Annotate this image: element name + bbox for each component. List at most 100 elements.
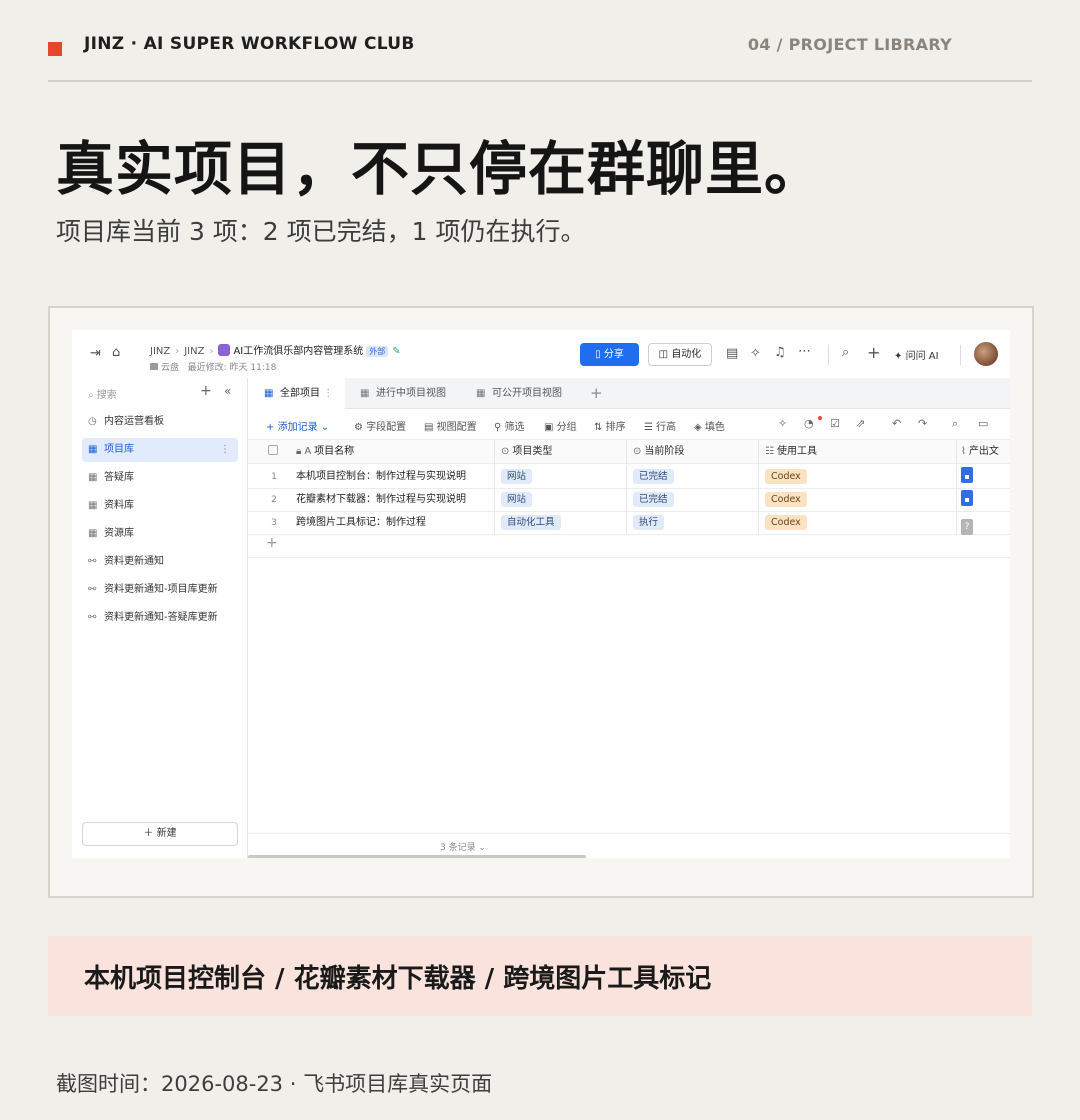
- check-icon[interactable]: ☑: [830, 417, 840, 430]
- column-header-tool[interactable]: ☷ 使用工具: [758, 440, 956, 464]
- cell-stage[interactable]: 已完结: [626, 488, 758, 512]
- avatar[interactable]: [974, 342, 998, 366]
- cell-stage[interactable]: 已完结: [626, 465, 758, 489]
- table-row[interactable]: 2 花瓣素材下载器：制作过程与实现说明 网站 已完结 Codex: [248, 488, 1010, 512]
- more-icon[interactable]: ⋯: [798, 344, 811, 359]
- sidebar-search[interactable]: ⌕ 搜索: [88, 386, 117, 401]
- find-icon[interactable]: ⌕: [952, 417, 958, 431]
- doc-location[interactable]: 云盘: [161, 363, 179, 373]
- add-view-icon[interactable]: +: [590, 384, 603, 402]
- sidebar-item-resource-library[interactable]: ▦ 资源库: [82, 522, 238, 546]
- add-row-icon[interactable]: +: [266, 535, 278, 551]
- ai-sparkle-icon[interactable]: ✧: [778, 417, 787, 430]
- cell-type[interactable]: 自动化工具: [494, 511, 626, 535]
- cell-type[interactable]: 网站: [494, 488, 626, 512]
- document-icon[interactable]: [961, 467, 973, 483]
- tab-all-projects[interactable]: ▦ 全部项目 ⋮: [248, 378, 346, 409]
- sidebar-item-update-notice-qa[interactable]: ⚯ 资料更新通知-答疑库更新: [82, 606, 238, 630]
- cell-tool[interactable]: Codex: [758, 465, 956, 489]
- filter-button[interactable]: ⚲ 筛选: [494, 418, 525, 433]
- tab-public[interactable]: ▦ 可公开项目视图: [476, 378, 562, 409]
- cell-doc[interactable]: [956, 465, 1010, 489]
- plugin-icon[interactable]: ✧: [750, 346, 761, 361]
- home-icon[interactable]: ⌂: [112, 345, 120, 360]
- horizontal-scrollbar[interactable]: [248, 855, 586, 858]
- add-icon[interactable]: +: [867, 343, 880, 362]
- sidebar-item-material-library[interactable]: ▦ 资料库: [82, 494, 238, 518]
- cell-tool[interactable]: Codex: [758, 511, 956, 535]
- cell-doc[interactable]: [956, 488, 1010, 512]
- grid-view-icon: ▦: [360, 388, 370, 399]
- stage-tag: 已完结: [633, 469, 674, 484]
- record-count[interactable]: 3 条记录 ⌄: [440, 840, 486, 853]
- expand-sidebar-icon[interactable]: ⇥: [90, 346, 101, 361]
- table-row[interactable]: 1 本机项目控制台：制作过程与实现说明 网站 已完结 Codex: [248, 465, 1010, 489]
- group-button[interactable]: ▣ 分组: [544, 418, 577, 433]
- stage-tag: 执行: [633, 515, 665, 530]
- history-icon[interactable]: ◔: [804, 417, 814, 430]
- sidebar-item-update-notice[interactable]: ⚯ 资料更新通知: [82, 550, 238, 574]
- pin-icon[interactable]: ✎: [392, 346, 400, 357]
- view-config-button[interactable]: ▤ 视图配置: [424, 418, 477, 433]
- field-config-button[interactable]: ⚙ 字段配置: [354, 418, 406, 433]
- column-header-name[interactable]: 🔒︎ A 项目名称: [296, 440, 492, 464]
- row-height-button[interactable]: ☰ 行高: [644, 418, 676, 433]
- share-out-icon[interactable]: ⇗: [856, 417, 865, 430]
- collapse-sidebar-icon[interactable]: «: [224, 384, 231, 398]
- brand-name: JINZ · AI SUPER WORKFLOW CLUB: [84, 34, 415, 54]
- search-icon[interactable]: ⌕: [842, 345, 849, 360]
- cell-name[interactable]: 本机项目控制台：制作过程与实现说明: [296, 465, 492, 489]
- column-header-doc[interactable]: ⌇ 产出文: [956, 440, 1010, 464]
- gear-icon: ⚙: [354, 422, 363, 433]
- cell-tool[interactable]: Codex: [758, 488, 956, 512]
- cell-doc[interactable]: ?: [956, 511, 1010, 535]
- ask-ai-button[interactable]: ✦ 问问 AI: [894, 347, 939, 362]
- app-window: ⇥ ⌂ JINZ › JINZ › AI工作流俱乐部内容管理系统 外部 ✎ 云盘 最近修改:…: [72, 330, 1010, 858]
- select-all-checkbox[interactable]: [268, 440, 280, 464]
- add-table-icon[interactable]: +: [200, 383, 212, 399]
- more-icon[interactable]: ⋮: [220, 438, 230, 462]
- column-header-stage[interactable]: ⊙ 当前阶段: [626, 440, 758, 464]
- row-height-label: 行高: [656, 422, 677, 433]
- automation-button[interactable]: ◫ 自动化: [648, 343, 712, 366]
- row-index: 1: [271, 472, 277, 482]
- cell-name[interactable]: 跨境图片工具标记：制作过程: [296, 511, 492, 535]
- unknown-file-icon[interactable]: ?: [961, 519, 973, 535]
- type-tag: 自动化工具: [501, 515, 561, 530]
- sort-icon: ⇅: [594, 422, 603, 433]
- add-record-button[interactable]: + 添加记录 ⌄: [266, 418, 329, 433]
- type-tag: 网站: [501, 469, 533, 484]
- bell-icon[interactable]: ♫: [774, 345, 786, 360]
- tab-more-icon[interactable]: ⋮: [323, 388, 333, 399]
- table-row[interactable]: 3 跨境图片工具标记：制作过程 自动化工具 执行 Codex ?: [248, 511, 1010, 535]
- sidebar-item-qa-library[interactable]: ▦ 答疑库: [82, 466, 238, 490]
- comment-icon[interactable]: ▭: [978, 417, 988, 430]
- column-header-type[interactable]: ⊙ 项目类型: [494, 440, 626, 464]
- sidebar-item-update-notice-project[interactable]: ⚯ 资料更新通知-项目库更新: [82, 578, 238, 602]
- template-icon[interactable]: ▤: [726, 346, 738, 361]
- doc-title[interactable]: AI工作流俱乐部内容管理系统: [233, 346, 363, 357]
- cell-type[interactable]: 网站: [494, 465, 626, 489]
- breadcrumb-item[interactable]: JINZ: [150, 346, 170, 357]
- document-icon[interactable]: [961, 490, 973, 506]
- text-field-icon: A: [304, 446, 312, 457]
- sort-button[interactable]: ⇅ 排序: [594, 418, 626, 433]
- chevron-down-icon: ⌄: [320, 422, 330, 433]
- single-select-icon: ⊙: [633, 446, 642, 457]
- cell-name[interactable]: 花瓣素材下载器：制作过程与实现说明: [296, 488, 492, 512]
- undo-icon[interactable]: ↶: [892, 417, 901, 430]
- sidebar-item-label: 项目库: [104, 444, 134, 455]
- section-label: 04 / PROJECT LIBRARY: [747, 35, 952, 54]
- fill-color-button[interactable]: ◈ 填色: [694, 418, 725, 433]
- new-button[interactable]: ＋ 新建: [82, 822, 238, 846]
- sidebar: ⌕ 搜索 + « ◷ 内容运营看板 ▦ 项目库 ⋮ ▦ 答疑库 ▦ 资料库 ▦ 资源库 ⚯ 资…: [72, 378, 248, 858]
- cell-stage[interactable]: 执行: [626, 511, 758, 535]
- tool-tag: Codex: [765, 469, 807, 484]
- add-row[interactable]: +: [248, 534, 1010, 558]
- tab-in-progress[interactable]: ▦ 进行中项目视图: [360, 378, 446, 409]
- share-button[interactable]: ▯ 分享: [580, 343, 639, 366]
- sidebar-item-project-library[interactable]: ▦ 项目库 ⋮: [82, 438, 238, 462]
- breadcrumb-item[interactable]: JINZ: [184, 346, 204, 357]
- redo-icon[interactable]: ↷: [918, 417, 927, 430]
- sidebar-item-dashboard[interactable]: ◷ 内容运营看板: [82, 410, 238, 434]
